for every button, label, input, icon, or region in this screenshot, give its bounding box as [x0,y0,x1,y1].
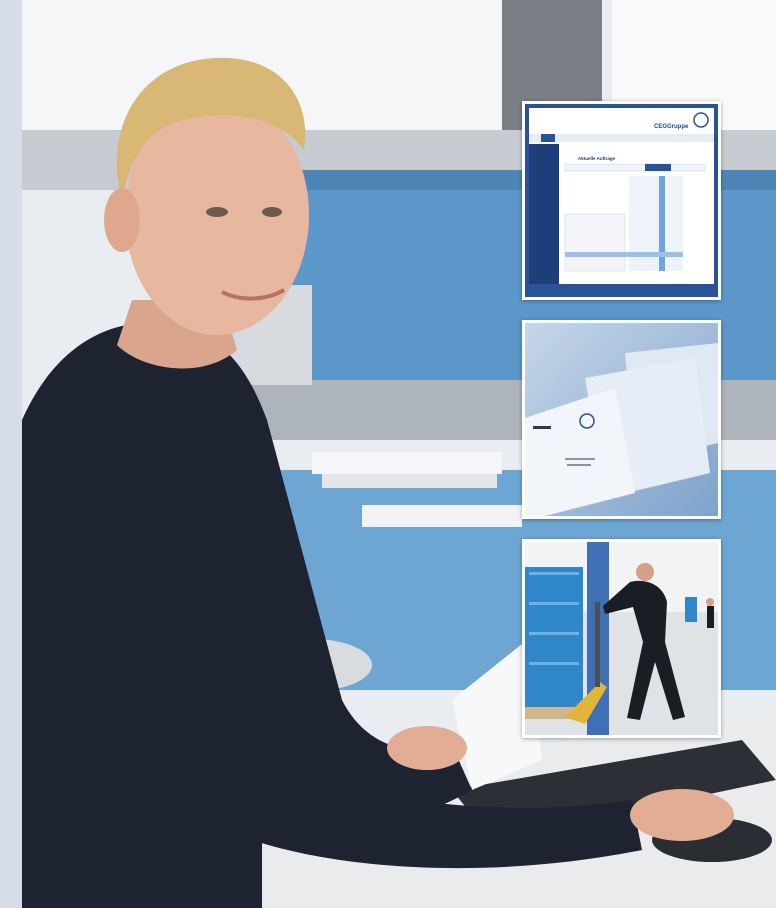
right-hand [630,789,734,841]
crate-stack [525,567,583,717]
background-worker-body [707,606,714,628]
software-screenshot [525,104,718,297]
person-ear [104,188,140,252]
paper-stack-lower [322,474,497,488]
crate-stripe [529,572,579,575]
pallet-jack-handle [595,602,600,687]
person-eye-left [206,207,228,217]
screen-filter-bar [564,163,706,172]
crate-stripe [529,602,579,605]
screen-sidebar [529,144,559,284]
software-screenshot-inset: CEGGruppe Aktuelle Auftrage [522,101,721,300]
envelopes-inset [522,320,721,519]
envelope-address-line [565,458,595,460]
screen-footer [529,284,714,297]
paper-tray [362,505,522,527]
left-margin-strip [0,0,22,908]
page: CEGGruppe Aktuelle Auftrage [0,0,776,908]
person-eye-right [262,207,282,217]
envelope-address-line [567,464,591,466]
envelopes-photo [525,323,718,516]
screen-heading-label: Aktuelle Auftrage [578,156,616,161]
screen-tabs [529,134,714,142]
warehouse-photo [525,542,718,735]
screen-active-tab [541,134,555,142]
crate-stripe [529,632,579,635]
screen-brand-label: CEGGruppe [654,124,689,130]
screen-selected-row [565,252,683,257]
background-crates [685,597,697,622]
worker-head [636,563,654,581]
screen-logo-icon [693,112,709,128]
envelope-barcode [533,426,551,429]
background-worker [706,598,714,606]
screen-table [564,213,626,272]
warehouse-inset [522,539,721,738]
screen-filter-active [645,164,671,171]
crate-stripe [529,662,579,665]
left-hand [387,726,467,770]
paper-stack [312,452,502,474]
